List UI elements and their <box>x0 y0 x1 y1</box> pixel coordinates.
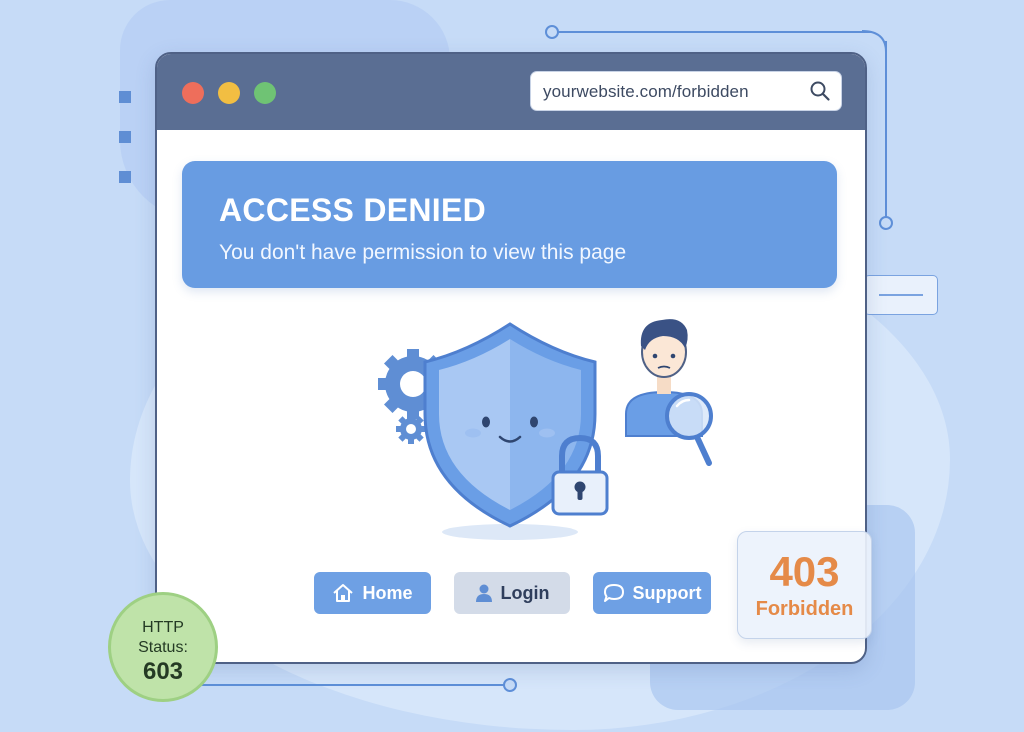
magnifier-icon <box>665 392 713 466</box>
banner-subtitle: You don't have permission to view this p… <box>219 241 627 264</box>
browser-titlebar: yourwebsite.com/forbidden <box>157 54 865 130</box>
gear-icon <box>378 349 448 444</box>
banner-title: ACCESS DENIED <box>219 192 487 228</box>
decorative-square <box>119 171 131 183</box>
support-button[interactable]: Support <box>593 572 711 614</box>
login-button[interactable]: Login <box>454 572 570 614</box>
support-button-label: Support <box>632 582 702 603</box>
home-icon <box>333 584 354 602</box>
status-badge-line2: Status: <box>138 639 188 656</box>
decorative-square <box>119 91 131 103</box>
maximize-dot-icon[interactable] <box>254 82 276 104</box>
search-icon[interactable] <box>809 80 831 102</box>
error-code: 403 <box>769 548 840 595</box>
shield-icon <box>423 322 597 528</box>
padlock-icon <box>551 434 609 516</box>
connector-line <box>885 41 887 217</box>
status-badge-value: 603 <box>142 658 184 685</box>
error-label: Forbidden <box>755 598 854 620</box>
home-button-label: Home <box>362 582 413 603</box>
http-status-badge: HTTP Status: 603 <box>108 592 218 702</box>
login-button-label: Login <box>500 582 550 603</box>
error-code-card: 403 Forbidden <box>737 531 872 639</box>
connector-dot <box>879 216 893 230</box>
connector-dot <box>503 678 517 692</box>
home-button[interactable]: Home <box>314 572 431 614</box>
url-text: yourwebsite.com/forbidden <box>543 82 749 101</box>
minimize-dot-icon[interactable] <box>218 82 240 104</box>
connector-line <box>556 31 872 33</box>
connector-dot <box>545 25 559 39</box>
close-dot-icon[interactable] <box>182 82 204 104</box>
user-avatar-icon <box>625 319 703 437</box>
access-denied-banner: ACCESS DENIED You don't have permission … <box>182 161 837 288</box>
chat-bubble-icon <box>603 584 624 602</box>
connector-line <box>186 684 506 686</box>
user-icon <box>475 584 492 602</box>
url-bar[interactable]: yourwebsite.com/forbidden <box>530 71 842 111</box>
status-badge-line1: HTTP <box>142 619 184 636</box>
decorative-square <box>119 131 131 143</box>
side-card <box>864 275 938 315</box>
